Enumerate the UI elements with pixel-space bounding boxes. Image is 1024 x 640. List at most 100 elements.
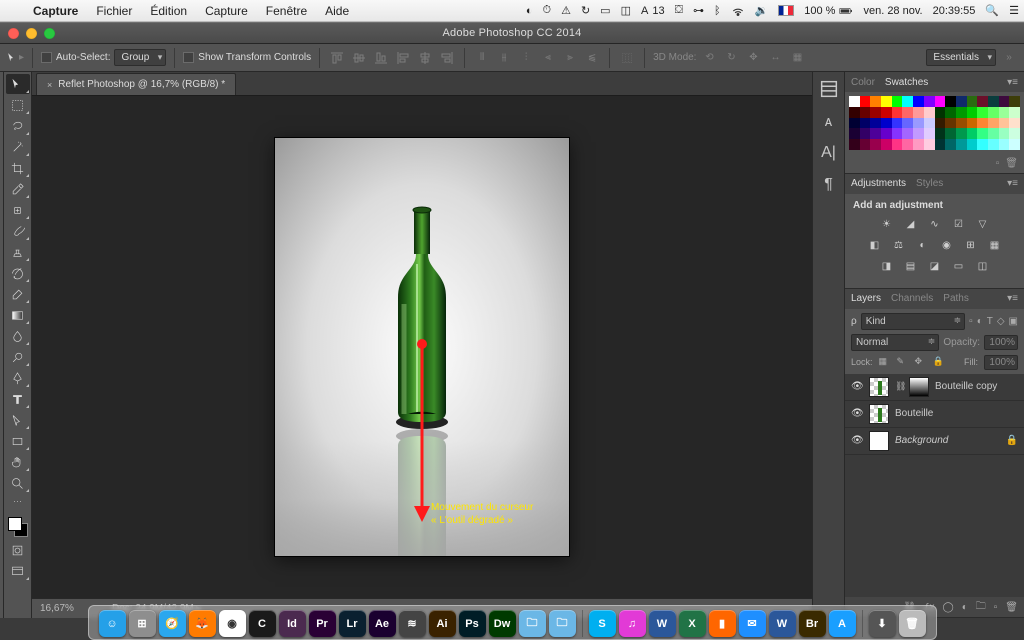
swatch[interactable]: [988, 139, 999, 150]
new-group-icon[interactable]: 🗀: [976, 599, 986, 616]
gradient-tool[interactable]: [6, 305, 30, 325]
swatch[interactable]: [988, 118, 999, 129]
trash-icon[interactable]: 🗑: [899, 610, 926, 637]
menu-help[interactable]: Aide: [316, 0, 358, 22]
brush-panel-icon[interactable]: A|: [818, 142, 840, 164]
swatch[interactable]: [967, 107, 978, 118]
eraser-tool[interactable]: [6, 284, 30, 304]
swatch[interactable]: [945, 96, 956, 107]
brightness-icon[interactable]: ☀: [879, 217, 895, 233]
swatch[interactable]: [935, 107, 946, 118]
menu-window[interactable]: Fenêtre: [257, 0, 316, 22]
swatch[interactable]: [967, 96, 978, 107]
swatch[interactable]: [999, 107, 1010, 118]
swatch[interactable]: [892, 96, 903, 107]
swatch[interactable]: [956, 107, 967, 118]
swatch[interactable]: [849, 96, 860, 107]
mail-app[interactable]: ✉: [739, 610, 766, 637]
gradient-map-icon[interactable]: ▭: [951, 259, 967, 275]
zoom-window[interactable]: [44, 28, 55, 39]
tab-adjustments[interactable]: Adjustments: [851, 178, 906, 189]
crop-tool[interactable]: [6, 158, 30, 178]
indesign-app[interactable]: Id: [279, 610, 306, 637]
illustrator-app[interactable]: Ai: [429, 610, 456, 637]
levels-icon[interactable]: ◢: [903, 217, 919, 233]
panel-menu-icon[interactable]: ▾≡: [1007, 178, 1018, 189]
panel-menu-icon[interactable]: ▾≡: [1007, 293, 1018, 304]
swatch[interactable]: [999, 96, 1010, 107]
status-flag[interactable]: [773, 5, 799, 16]
distribute-right-icon[interactable]: ⫹: [583, 49, 601, 67]
swatch[interactable]: [956, 139, 967, 150]
excel-app[interactable]: X: [679, 610, 706, 637]
swatch[interactable]: [902, 139, 913, 150]
status-badge[interactable]: A 13: [636, 5, 670, 17]
close-window[interactable]: [8, 28, 19, 39]
swatch[interactable]: [977, 96, 988, 107]
swatch[interactable]: [988, 107, 999, 118]
bw-icon[interactable]: ◐: [915, 238, 931, 254]
eyedropper-tool[interactable]: [6, 179, 30, 199]
status-date[interactable]: ven. 28 nov.: [858, 5, 927, 17]
swatch[interactable]: [1009, 139, 1020, 150]
hue-icon[interactable]: ◧: [867, 238, 883, 254]
swatch[interactable]: [924, 139, 935, 150]
quick-mask-toggle[interactable]: [6, 540, 30, 560]
word-app[interactable]: W: [649, 610, 676, 637]
filter-smart-icon[interactable]: ▣: [1009, 316, 1018, 327]
safari-app[interactable]: 🧭: [159, 610, 186, 637]
swatch[interactable]: [881, 128, 892, 139]
distribute-top-icon[interactable]: ⫴: [473, 49, 491, 67]
swatch[interactable]: [935, 139, 946, 150]
tab-styles[interactable]: Styles: [916, 178, 943, 189]
swatch[interactable]: [902, 128, 913, 139]
swatch[interactable]: [892, 128, 903, 139]
healing-brush-tool[interactable]: [6, 200, 30, 220]
status-dropbox-icon[interactable]: ⛋: [670, 4, 688, 17]
chrome-app[interactable]: ◉: [219, 610, 246, 637]
distribute-vcenter-icon[interactable]: ⫵: [495, 49, 513, 67]
screen-mode-toggle[interactable]: [6, 561, 30, 581]
dreamweaver-app[interactable]: Dw: [489, 610, 516, 637]
photoshop-app[interactable]: Ps: [459, 610, 486, 637]
swatch[interactable]: [999, 118, 1010, 129]
align-vcenter-icon[interactable]: [350, 49, 368, 67]
extension-app[interactable]: ≋: [399, 610, 426, 637]
layer-mask-thumb[interactable]: [909, 377, 929, 397]
zoom-tool[interactable]: [6, 473, 30, 493]
move-tool[interactable]: [6, 74, 30, 94]
layer-filter-kind[interactable]: Kind: [861, 313, 965, 330]
swatch[interactable]: [860, 96, 871, 107]
swatch[interactable]: [924, 96, 935, 107]
pen-tool[interactable]: [6, 368, 30, 388]
swatch[interactable]: [881, 107, 892, 118]
swatch[interactable]: [1009, 96, 1020, 107]
status-time[interactable]: 20:39:55: [928, 5, 981, 17]
tab-swatches[interactable]: Swatches: [885, 77, 928, 88]
history-panel-icon[interactable]: [818, 78, 840, 100]
swatch[interactable]: [902, 96, 913, 107]
3d-pan-icon[interactable]: ✥: [744, 49, 762, 67]
swatch[interactable]: [870, 128, 881, 139]
color-lookup-icon[interactable]: ▦: [987, 238, 1003, 254]
lock-pixels-icon[interactable]: ✎: [897, 356, 909, 368]
swatch[interactable]: [956, 96, 967, 107]
filter-adj-icon[interactable]: ◐: [977, 316, 983, 327]
tab-channels[interactable]: Channels: [891, 293, 933, 304]
swatch[interactable]: [913, 118, 924, 129]
tab-color[interactable]: Color: [851, 77, 875, 88]
status-box-icon[interactable]: ◫: [616, 4, 636, 17]
workspace-switcher[interactable]: Essentials: [926, 49, 996, 66]
swatch[interactable]: [935, 128, 946, 139]
swatch[interactable]: [881, 118, 892, 129]
filter-pixel-icon[interactable]: ▫: [969, 316, 973, 327]
marquee-tool[interactable]: [6, 95, 30, 115]
status-stopwatch-icon[interactable]: ⏱: [537, 4, 556, 17]
new-layer-icon[interactable]: ▫: [994, 602, 998, 613]
close-tab-icon[interactable]: ×: [47, 80, 52, 90]
layer-row[interactable]: 👁Bouteille: [845, 401, 1024, 428]
brush-tool[interactable]: [6, 221, 30, 241]
status-display-icon[interactable]: ▭: [595, 4, 615, 17]
finder-app[interactable]: ☺: [99, 610, 126, 637]
swatch[interactable]: [1009, 128, 1020, 139]
